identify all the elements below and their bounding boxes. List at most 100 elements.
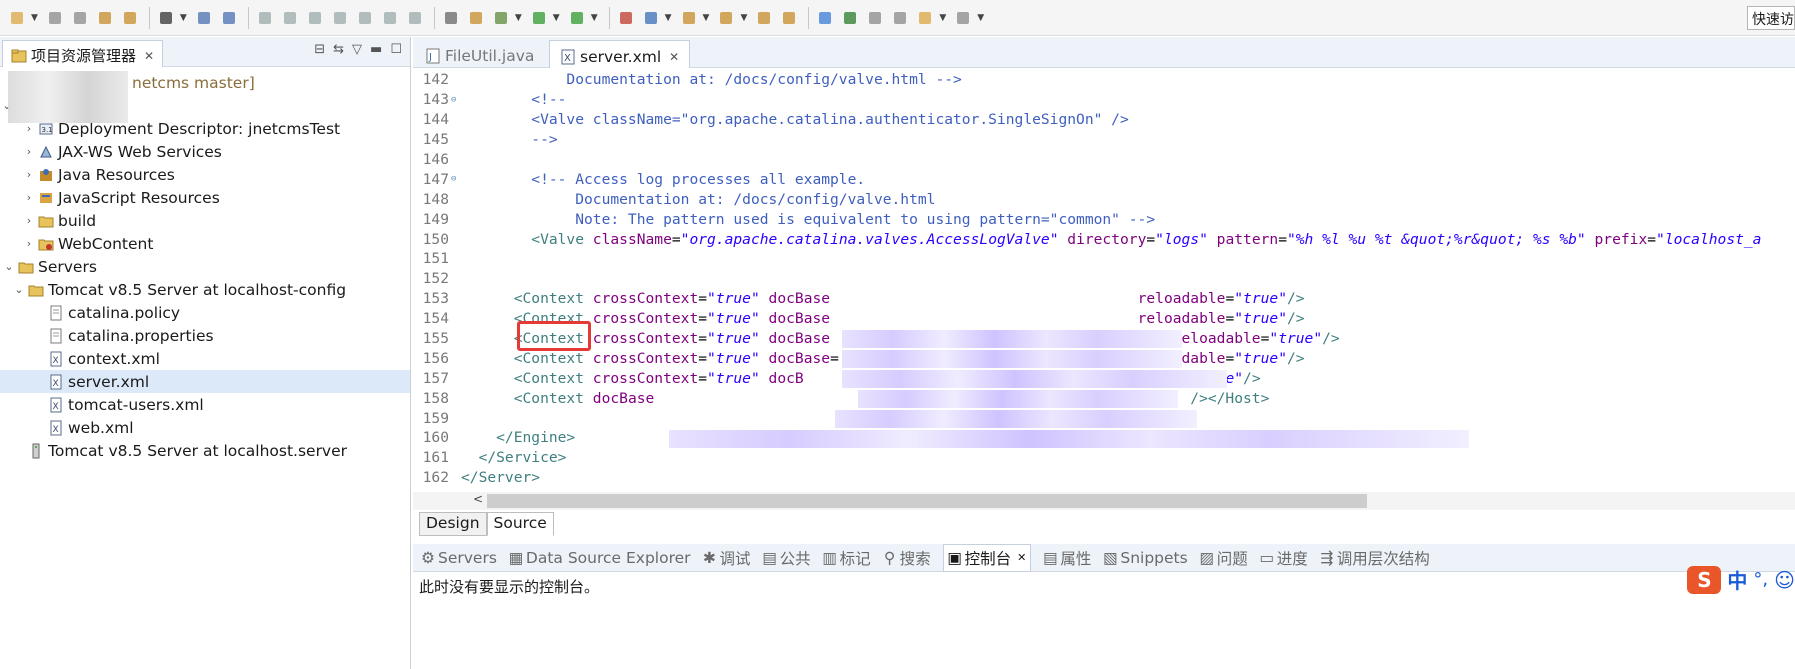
chevron-right-icon[interactable]: › [22, 191, 36, 204]
tab-properties[interactable]: ▤ 属性 [1043, 547, 1091, 569]
step-over-icon[interactable] [379, 7, 401, 29]
dropdown-arrow-icon[interactable]: ▼ [591, 13, 598, 23]
save-icon[interactable] [44, 7, 66, 29]
new-class-icon[interactable] [678, 7, 700, 29]
open-resource-icon[interactable] [778, 7, 800, 29]
tree-item[interactable]: Tomcat v8.5 Server at localhost.server [0, 439, 410, 462]
pin-icon[interactable] [218, 7, 240, 29]
code-line[interactable]: 153 <Context crossContext = "true" docBase… [413, 289, 1795, 309]
chevron-right-icon[interactable]: › [22, 122, 36, 135]
tree-item[interactable]: Xcontext.xml [0, 347, 410, 370]
tree-item[interactable]: ⌄ Tomcat v8.5 Server at localhost-config [0, 278, 410, 301]
code-line[interactable]: 154 <Context crossContext = "true" docBase… [413, 309, 1795, 329]
chevron-right-icon[interactable]: › [22, 168, 36, 181]
task-icon[interactable] [839, 7, 861, 29]
coverage-icon[interactable] [566, 7, 588, 29]
tab-fileutil-java[interactable]: J FileUtil.java [415, 40, 544, 68]
next-annotation-icon[interactable] [864, 7, 886, 29]
code-line[interactable]: 149 Note: The pattern used is equivalent… [413, 209, 1795, 229]
code-line[interactable]: 145 --> [413, 130, 1795, 150]
close-icon[interactable]: ✕ [669, 50, 679, 64]
code-line[interactable]: 151 [413, 249, 1795, 269]
dropdown-arrow-icon[interactable]: ▼ [180, 13, 187, 23]
tab-snippets[interactable]: ▧ Snippets [1103, 549, 1188, 567]
tab-design[interactable]: Design [419, 512, 487, 536]
globe-icon[interactable] [814, 7, 836, 29]
code-line[interactable]: 148 Documentation at: /docs/config/valve… [413, 189, 1795, 209]
tab-progress[interactable]: ▭ 进度 [1259, 547, 1307, 569]
dropdown-arrow-icon[interactable]: ▼ [703, 13, 710, 23]
fold-toggle-icon[interactable]: ⊖ [451, 95, 461, 105]
step-into-icon[interactable] [354, 7, 376, 29]
external-tools-icon[interactable] [615, 7, 637, 29]
new-icon[interactable] [6, 7, 28, 29]
tree-item[interactable]: › build [0, 209, 410, 232]
tab-clipboard[interactable]: ▤ 公共 [762, 547, 810, 569]
view-menu-icon[interactable]: ▽ [352, 42, 362, 57]
code-line[interactable]: 161 </Service> [413, 448, 1795, 468]
chevron-down-icon[interactable]: ⌄ [2, 260, 16, 273]
forward-icon[interactable] [952, 7, 974, 29]
tab-markers[interactable]: ▥ 标记 [822, 547, 870, 569]
dropdown-arrow-icon[interactable]: ▼ [740, 13, 747, 23]
suspend-icon[interactable] [279, 7, 301, 29]
code-line[interactable]: 142 Documentation at: /docs/config/valve… [413, 70, 1795, 90]
chevron-right-icon[interactable]: › [22, 237, 36, 250]
tree-item[interactable]: catalina.policy [0, 301, 410, 324]
tab-servers[interactable]: ⚙ Servers [421, 549, 497, 567]
tree-item[interactable]: › WebContent [0, 232, 410, 255]
debug-icon[interactable] [490, 7, 512, 29]
open-type-icon[interactable] [715, 7, 737, 29]
tab-debug[interactable]: ✱ 调试 [703, 547, 751, 569]
tab-server-xml[interactable]: X server.xml ✕ [549, 40, 691, 68]
back-icon[interactable] [914, 7, 936, 29]
collapse-all-icon[interactable]: ⊟ [314, 42, 325, 57]
tab-hierarchy[interactable]: ⇶ 调用层次结构 [1320, 547, 1430, 569]
quick-access-field[interactable]: 快速访 [1747, 6, 1795, 30]
dropdown-arrow-icon[interactable]: ▼ [515, 13, 522, 23]
prev-annotation-icon[interactable] [889, 7, 911, 29]
chevron-right-icon[interactable]: › [22, 214, 36, 227]
tab-source[interactable]: Source [486, 512, 554, 536]
code-line[interactable]: 152 [413, 269, 1795, 289]
build-icon[interactable] [465, 7, 487, 29]
console-icon[interactable] [193, 7, 215, 29]
tree-item[interactable]: Xweb.xml [0, 416, 410, 439]
fold-toggle-icon[interactable]: ⊖ [451, 174, 461, 184]
link-editor-icon[interactable]: ⇆ [333, 42, 344, 57]
resume-icon[interactable] [254, 7, 276, 29]
tree-item[interactable]: Xtomcat-users.xml [0, 393, 410, 416]
dropdown-arrow-icon[interactable]: ▼ [939, 13, 946, 23]
user-icon[interactable] [155, 7, 177, 29]
export-icon[interactable] [119, 7, 141, 29]
close-icon[interactable]: ✕ [1017, 551, 1026, 564]
tree-item[interactable]: › Java Resources [0, 163, 410, 186]
disconnect-icon[interactable] [329, 7, 351, 29]
dropdown-arrow-icon[interactable]: ▼ [31, 13, 38, 23]
publish-icon[interactable] [94, 7, 116, 29]
minimize-icon[interactable]: ▬ [370, 42, 382, 57]
save-all-icon[interactable] [69, 7, 91, 29]
tab-console[interactable]: ▣ 控制台 ✕ [942, 543, 1032, 572]
code-line[interactable]: 147 ⊖ <!-- Access log processes all examp… [413, 169, 1795, 189]
open-task-icon[interactable] [753, 7, 775, 29]
dropdown-arrow-icon[interactable]: ▼ [553, 13, 560, 23]
new-server-icon[interactable] [640, 7, 662, 29]
tab-problems[interactable]: ▨ 问题 [1199, 547, 1247, 569]
code-line[interactable]: 143 ⊖ <!-- [413, 90, 1795, 110]
tree-item[interactable]: ⌄ Servers [0, 255, 410, 278]
horizontal-scrollbar[interactable]: < [413, 492, 1795, 510]
close-icon[interactable]: ✕ [144, 49, 154, 63]
dropdown-arrow-icon[interactable]: ▼ [665, 13, 672, 23]
code-line[interactable]: 150 <Valve className = "org.apache.catalin… [413, 229, 1795, 249]
tree-item[interactable]: Xserver.xml [0, 370, 410, 393]
tab-search[interactable]: ⚲ 搜索 [883, 547, 931, 569]
stop-icon[interactable] [304, 7, 326, 29]
maximize-icon[interactable]: ☐ [390, 42, 402, 57]
chevron-right-icon[interactable]: › [22, 145, 36, 158]
ime-indicator[interactable]: S 中 °, ☺ [1687, 565, 1795, 594]
format-icon[interactable] [440, 7, 462, 29]
code-line[interactable]: 144 <Valve className="org.apache.catalin… [413, 110, 1795, 130]
scroll-left-icon[interactable]: < [473, 492, 483, 506]
scrollbar-thumb[interactable] [487, 494, 1367, 508]
